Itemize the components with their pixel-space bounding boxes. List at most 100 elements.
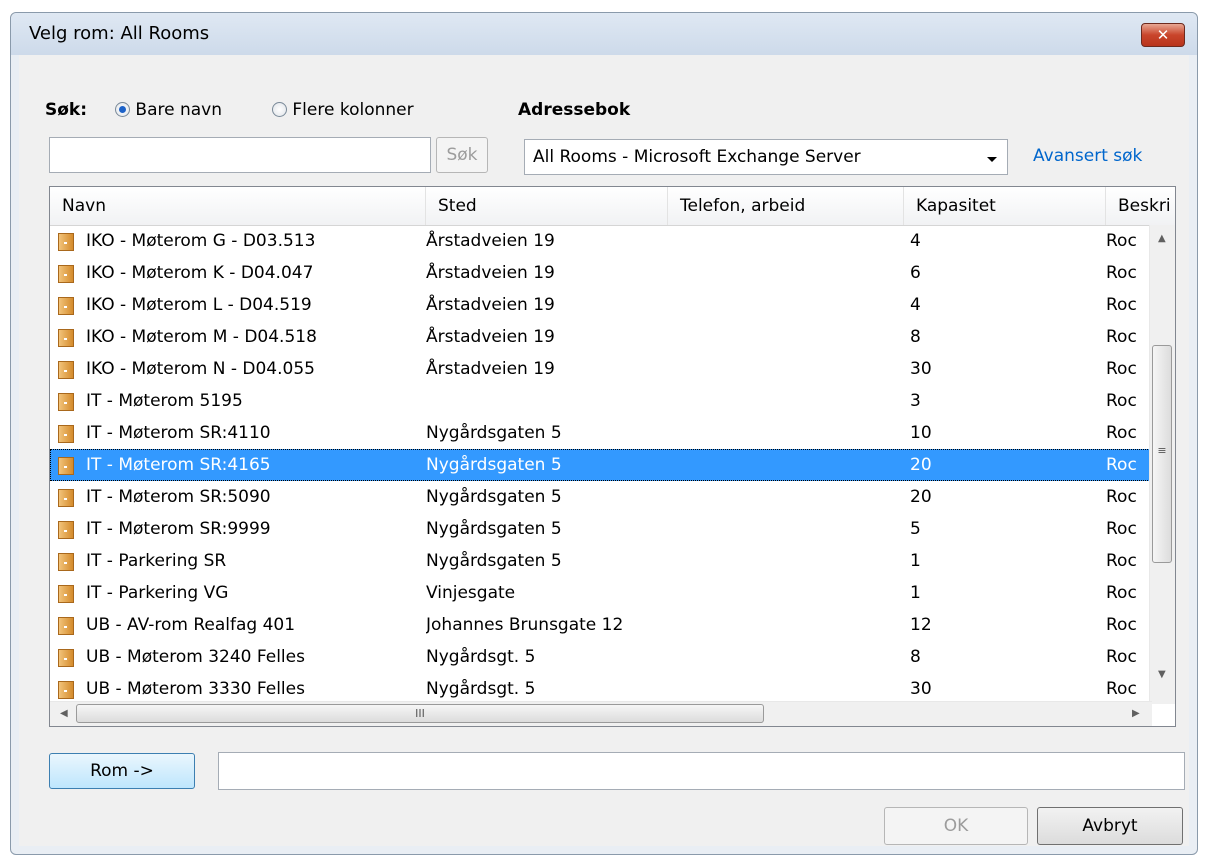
table-row[interactable]: IT - Parkering VG Vinjesgate 1 Roc: [50, 577, 1152, 609]
table-row[interactable]: UB - AV-rom Realfag 401 Johannes Brunsgat…: [50, 609, 1152, 641]
column-header-place[interactable]: Sted: [426, 187, 668, 225]
advanced-search-link[interactable]: Avansert søk: [1033, 146, 1142, 166]
room-icon: [58, 329, 74, 347]
cell-description: Roc: [1106, 615, 1137, 635]
cell-description: Roc: [1106, 583, 1137, 603]
room-icon: [58, 681, 74, 699]
cell-place: Nygårdsgaten 5: [426, 455, 562, 475]
search-button[interactable]: Søk: [436, 137, 488, 173]
addressbook-selected: All Rooms - Microsoft Exchange Server: [533, 147, 861, 167]
room-icon: [58, 649, 74, 667]
radio-more-columns[interactable]: Flere kolonner: [272, 100, 414, 120]
rooms-field[interactable]: [218, 752, 1185, 790]
table-row[interactable]: IT - Møterom SR:5090 Nygårdsgaten 5 20 Roc: [50, 481, 1152, 513]
scroll-right-icon[interactable]: ▶: [1132, 708, 1140, 719]
rooms-button[interactable]: Rom ->: [49, 753, 195, 789]
cell-description: Roc: [1106, 391, 1137, 411]
close-button[interactable]: ✕: [1141, 23, 1185, 47]
table-row[interactable]: IT - Møterom SR:9999 Nygårdsgaten 5 5 Roc: [50, 513, 1152, 545]
cell-capacity: 30: [910, 359, 932, 379]
cell-description: Roc: [1106, 263, 1137, 283]
cell-place: Årstadveien 19: [426, 263, 555, 283]
close-icon: ✕: [1156, 26, 1170, 44]
cell-place: Nygårdsgaten 5: [426, 487, 562, 507]
cell-capacity: 1: [910, 583, 921, 603]
cell-name: UB - Møterom 3240 Felles: [86, 647, 305, 667]
cell-place: Nygårdsgt. 5: [426, 647, 536, 667]
room-icon: [58, 297, 74, 315]
room-icon: [58, 521, 74, 539]
cell-capacity: 12: [910, 615, 932, 635]
cell-capacity: 4: [910, 295, 921, 315]
cell-capacity: 8: [910, 647, 921, 667]
cell-name: IT - Parkering SR: [86, 551, 227, 571]
search-input[interactable]: [49, 137, 431, 173]
cell-description: Roc: [1106, 231, 1137, 251]
cell-capacity: 10: [910, 423, 932, 443]
cell-name: IT - Møterom SR:4165: [86, 455, 271, 475]
column-header-description[interactable]: Beskri: [1106, 187, 1175, 225]
search-label: Søk:: [45, 100, 88, 120]
cell-capacity: 20: [910, 487, 932, 507]
cell-description: Roc: [1106, 327, 1137, 347]
cell-description: Roc: [1106, 295, 1137, 315]
room-icon: [58, 361, 74, 379]
cell-description: Roc: [1106, 551, 1137, 571]
column-header-capacity[interactable]: Kapasitet: [904, 187, 1106, 225]
table-row[interactable]: IKO - Møterom K - D04.047 Årstadveien 19 6…: [50, 257, 1152, 289]
cell-name: IKO - Møterom G - D03.513: [86, 231, 316, 251]
table-row[interactable]: IKO - Møterom M - D04.518 Årstadveien 19 8…: [50, 321, 1152, 353]
cell-name: IT - Møterom SR:4110: [86, 423, 271, 443]
cell-place: Nygårdsgaten 5: [426, 423, 562, 443]
radio-more-columns-label: Flere kolonner: [292, 100, 414, 120]
cell-description: Roc: [1106, 359, 1137, 379]
vertical-scroll-thumb[interactable]: ≡: [1152, 345, 1172, 563]
room-icon: [58, 393, 74, 411]
cell-name: IKO - Møterom L - D04.519: [86, 295, 312, 315]
cell-description: Roc: [1106, 455, 1137, 475]
radio-unchecked-icon: [272, 102, 287, 117]
cell-capacity: 6: [910, 263, 921, 283]
cell-place: Årstadveien 19: [426, 359, 555, 379]
room-icon: [58, 233, 74, 251]
radio-name-only[interactable]: Bare navn: [115, 100, 222, 120]
scroll-down-icon[interactable]: ▼: [1158, 669, 1166, 680]
horizontal-scrollbar[interactable]: ◀ III ▶: [50, 701, 1152, 726]
list-header: Navn Sted Telefon, arbeid Kapasitet Besk…: [50, 187, 1175, 226]
cell-capacity: 3: [910, 391, 921, 411]
horizontal-scroll-thumb[interactable]: III: [76, 704, 764, 723]
ok-button[interactable]: OK: [884, 807, 1028, 845]
table-row[interactable]: IKO - Møterom L - D04.519 Årstadveien 19 4…: [50, 289, 1152, 321]
room-icon: [58, 425, 74, 443]
list-rows: IKO - Møterom G - D03.513 Årstadveien 19 4…: [50, 225, 1152, 705]
table-row[interactable]: IKO - Møterom G - D03.513 Årstadveien 19 4…: [50, 225, 1152, 257]
cell-name: IKO - Møterom M - D04.518: [86, 327, 317, 347]
table-row[interactable]: IT - Parkering SR Nygårdsgaten 5 1 Roc: [50, 545, 1152, 577]
column-header-phone[interactable]: Telefon, arbeid: [668, 187, 904, 225]
table-row[interactable]: UB - Møterom 3240 Felles Nygårdsgt. 5 8 Roc: [50, 641, 1152, 673]
addressbook-dropdown[interactable]: All Rooms - Microsoft Exchange Server: [524, 139, 1008, 175]
room-icon: [58, 617, 74, 635]
scroll-left-icon[interactable]: ◀: [60, 708, 68, 719]
title-bar[interactable]: Velg rom: All Rooms ✕: [11, 13, 1197, 55]
table-row[interactable]: IKO - Møterom N - D04.055 Årstadveien 19 3…: [50, 353, 1152, 385]
table-row[interactable]: IT - Møterom SR:4110 Nygårdsgaten 5 10 Roc: [50, 417, 1152, 449]
cell-place: Årstadveien 19: [426, 295, 555, 315]
dialog-window: Velg rom: All Rooms ✕ Søk: Bare navn Fle…: [10, 12, 1198, 855]
cell-name: IKO - Møterom N - D04.055: [86, 359, 315, 379]
column-header-name[interactable]: Navn: [50, 187, 426, 225]
grip-icon: ≡: [1157, 444, 1167, 457]
cancel-button[interactable]: Avbryt: [1037, 807, 1183, 845]
table-row[interactable]: IT - Møterom SR:4165 Nygårdsgaten 5 20 Roc: [50, 449, 1152, 481]
cell-name: IT - Møterom SR:5090: [86, 487, 271, 507]
vertical-scrollbar[interactable]: ▲ ≡ ▼: [1149, 225, 1175, 704]
room-icon: [58, 265, 74, 283]
cell-place: Årstadveien 19: [426, 231, 555, 251]
rooms-list[interactable]: Navn Sted Telefon, arbeid Kapasitet Besk…: [49, 186, 1176, 727]
scroll-up-icon[interactable]: ▲: [1158, 233, 1166, 244]
grip-icon: III: [415, 707, 425, 720]
cell-capacity: 5: [910, 519, 921, 539]
cell-name: IT - Møterom SR:9999: [86, 519, 271, 539]
table-row[interactable]: IT - Møterom 5195 3 Roc: [50, 385, 1152, 417]
addressbook-label: Adressebok: [518, 100, 631, 120]
